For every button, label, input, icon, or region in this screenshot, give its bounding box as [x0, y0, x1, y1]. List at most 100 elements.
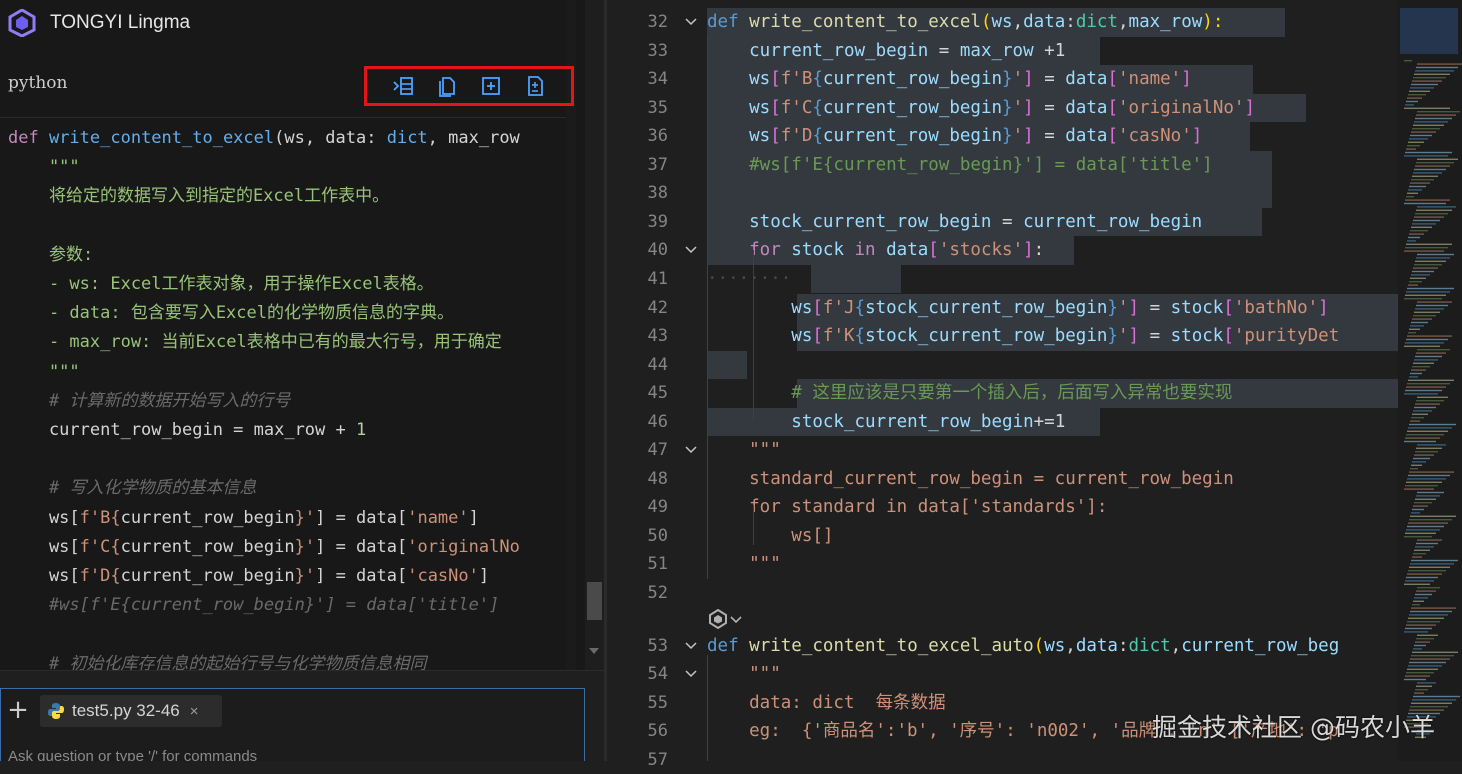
code-token: data [1065, 126, 1108, 147]
close-icon[interactable]: × [190, 703, 199, 720]
insert-at-cursor-button[interactable] [391, 74, 415, 98]
editor-line[interactable]: ········ [707, 265, 791, 293]
editor-line[interactable]: for standard in data['standards']: [707, 493, 1107, 521]
editor-line[interactable]: def write_content_to_excel(ws,data:dict,… [707, 8, 1223, 36]
code-token: ········ [707, 268, 792, 289]
selection-highlight [707, 350, 747, 380]
code-token: = [1149, 326, 1171, 347]
minimap-line [1406, 481, 1442, 483]
chat-input-placeholder[interactable]: Ask question or type '/' for commands [8, 748, 257, 761]
code-token: max_row [1128, 12, 1203, 32]
minimap-line [1405, 151, 1452, 154]
code-token: { [812, 126, 823, 147]
code-token: ] [1181, 69, 1192, 90]
minimap-line [1404, 298, 1442, 300]
minimap-line [1415, 498, 1436, 500]
minimap[interactable] [1398, 0, 1462, 761]
minimap-line [1417, 634, 1438, 636]
minimap-line [1414, 264, 1442, 266]
snippet-line: 参数: [8, 241, 93, 270]
editor-line[interactable]: """ [707, 550, 781, 578]
minimap-line [1408, 141, 1424, 143]
code-token: [ [1107, 97, 1118, 118]
editor-line[interactable]: ws[f'C{current_row_begin}'] = data['orig… [707, 94, 1255, 122]
code-token: current_row_begin [822, 97, 1003, 118]
add-context-button[interactable]: + [6, 697, 30, 723]
editor-line[interactable]: stock_current_row_begin+=1 [707, 408, 1065, 436]
minimap-line [1410, 325, 1424, 327]
minimap-line [1411, 559, 1458, 562]
panel-scrollbar-thumb[interactable] [587, 582, 602, 620]
fold-chevron-icon[interactable] [684, 8, 698, 36]
minimap-line [1416, 495, 1440, 497]
line-number: 39 [647, 211, 668, 232]
code-token: stock [791, 240, 855, 261]
code-token: ws[] [707, 525, 834, 546]
code-token: - ws: Excel工作表对象，用于操作Excel表格。 [8, 274, 434, 294]
editor-line[interactable]: for stock in data['stocks']: [707, 236, 1044, 264]
editor-line[interactable]: """ [707, 436, 781, 464]
line-number: 43 [647, 326, 668, 347]
minimap-line [1409, 614, 1448, 616]
minimap-line [1408, 665, 1442, 667]
snippet-line: # 写入化学物质的基本信息 [8, 474, 256, 503]
editor-line[interactable]: def write_content_to_excel_auto(ws,data:… [707, 632, 1339, 660]
editor-line[interactable]: ws[f'B{current_row_begin}'] = data['name… [707, 65, 1192, 93]
code-token: = [1002, 211, 1024, 232]
editor-line[interactable]: #ws[f'E{current_row_begin}'] = data['tit… [707, 151, 1213, 179]
panel-scrollbar-track[interactable] [585, 0, 604, 670]
minimap-line [1413, 457, 1430, 460]
scroll-down-arrow-icon[interactable] [589, 648, 599, 654]
code-token: = [1044, 97, 1066, 118]
code-token: f'B [780, 69, 813, 90]
minimap-line [1416, 447, 1442, 449]
editor-line[interactable]: standard_current_row_begin = current_row… [707, 465, 1234, 493]
fold-chevron-icon[interactable] [684, 660, 698, 688]
editor-line[interactable]: ws[] [707, 522, 833, 550]
code-token: [ [770, 69, 781, 90]
code-token: ] [1318, 297, 1329, 318]
line-number: 44 [647, 354, 668, 375]
minimap-line [1407, 621, 1440, 623]
copy-button[interactable] [435, 74, 459, 98]
editor-line[interactable]: ws[f'J{stock_current_row_begin}'] = stoc… [707, 294, 1329, 322]
lingma-inline-hint[interactable] [708, 607, 752, 631]
minimap-line [1414, 121, 1448, 123]
minimap-line [1407, 287, 1454, 290]
minimap-line [1410, 134, 1432, 137]
fold-chevron-icon[interactable] [684, 236, 698, 264]
code-token: 将给定的数据写入到指定的Excel工作表中。 [8, 186, 390, 207]
minimap-line [1405, 627, 1432, 630]
apply-diff-button[interactable] [523, 74, 547, 98]
new-file-button[interactable] [479, 74, 503, 98]
minimap-line [1405, 437, 1440, 439]
file-context-chip[interactable]: test5.py 32-46 × [40, 695, 222, 727]
file-diff-icon [528, 76, 543, 96]
editor-line[interactable]: ws[f'D{current_row_begin}'] = data['casN… [707, 122, 1202, 150]
line-number: 35 [647, 97, 668, 118]
editor-line[interactable]: ws[f'K{stock_current_row_begin}'] = stoc… [707, 322, 1339, 350]
fold-chevron-icon[interactable] [684, 436, 698, 464]
minimap-line [1416, 590, 1436, 592]
fold-chevron-icon[interactable] [684, 632, 698, 660]
editor-line[interactable]: data: dict 每条数据 [707, 689, 945, 717]
editor-line[interactable]: current_row_begin = max_row +1 [707, 37, 1065, 65]
line-number: 38 [647, 183, 668, 204]
code-token: f'D{ [79, 566, 121, 586]
code-token: stock_current_row_begin [865, 297, 1108, 318]
minimap-line [1406, 243, 1452, 245]
lingma-small-icon [709, 609, 727, 629]
minimap-line [1407, 97, 1422, 99]
code-token: stock_current_row_begin [707, 211, 1003, 232]
minimap-line [1414, 549, 1430, 551]
code-token: ] [1128, 326, 1150, 347]
code-token: 'stocks' [938, 240, 1024, 261]
editor-line[interactable]: """ [707, 660, 781, 688]
editor-line[interactable]: # 这里应该是只要第一个插入后，后面写入异常也要实现 [707, 379, 1232, 407]
snippet-line: - max_row: 当前Excel表格中已有的最大行号，用于确定 [8, 328, 502, 357]
code-token: f'C{ [79, 536, 121, 557]
code-token: current_row_begin = max_row + [8, 420, 356, 440]
editor-line[interactable]: stock_current_row_begin = current_row_be… [707, 208, 1202, 236]
minimap-line [1407, 240, 1416, 242]
line-number: 37 [647, 154, 668, 175]
